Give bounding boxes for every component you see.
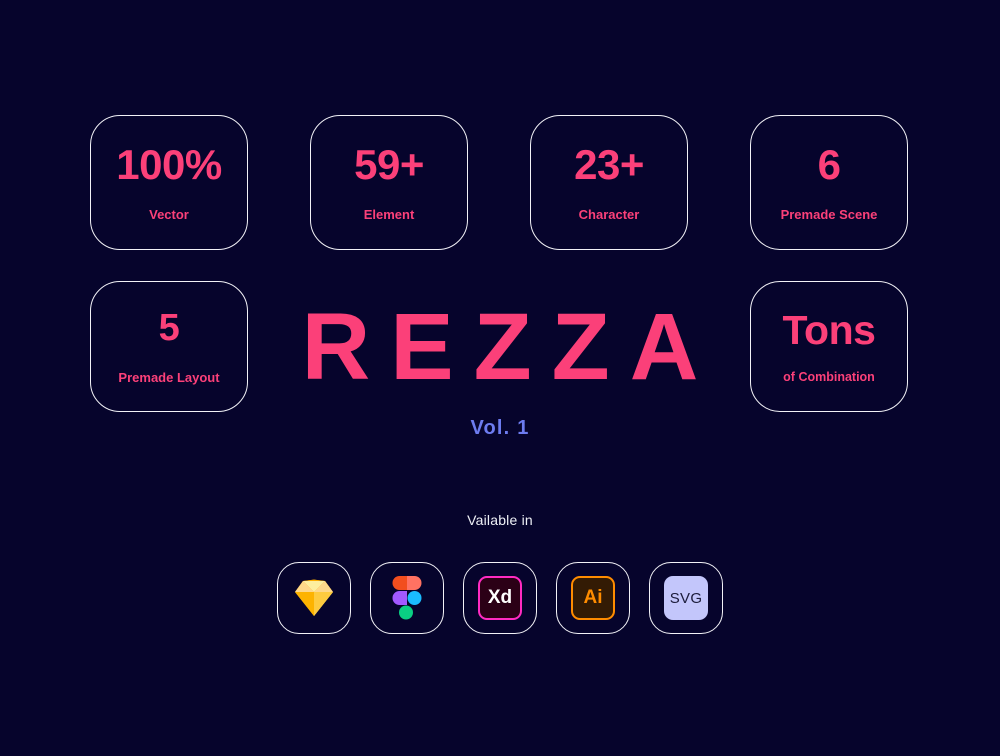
app-tile-figma[interactable] xyxy=(370,562,444,634)
page-title: REZZA xyxy=(301,294,719,400)
stat-value: 100% xyxy=(116,141,222,188)
sketch-icon xyxy=(294,579,334,617)
stat-label: Premade Scene xyxy=(780,207,878,222)
availability-caption: Vailable in xyxy=(467,512,533,528)
stat-card-element: 59+ Element xyxy=(310,115,468,250)
svg-icon: SVG xyxy=(664,576,708,620)
xd-icon: Xd xyxy=(478,576,522,620)
ai-icon: Ai xyxy=(571,576,615,620)
stat-label: Vector xyxy=(149,207,189,222)
app-tile-illustrator[interactable]: Ai xyxy=(556,562,630,634)
brand-block: REZZA Vol. 1 xyxy=(0,300,1000,440)
stat-label: Element xyxy=(363,207,415,222)
figma-icon xyxy=(392,576,422,620)
stat-value: 6 xyxy=(817,141,841,188)
stat-card-premade-scene: 6 Premade Scene xyxy=(750,115,908,250)
stat-value: 59+ xyxy=(354,141,424,188)
stat-value: 23+ xyxy=(574,141,644,188)
app-format-row: Xd Ai SVG xyxy=(0,562,1000,634)
app-tile-xd[interactable]: Xd xyxy=(463,562,537,634)
poster-canvas: 100% Vector 59+ Element 23+ Character 6 … xyxy=(0,0,1000,756)
app-tile-svg[interactable]: SVG xyxy=(649,562,723,634)
volume-label: Vol. 1 xyxy=(470,417,530,439)
stat-card-character: 23+ Character xyxy=(530,115,688,250)
app-tile-sketch[interactable] xyxy=(277,562,351,634)
stat-card-vector: 100% Vector xyxy=(90,115,248,250)
stat-label: Character xyxy=(578,207,640,222)
